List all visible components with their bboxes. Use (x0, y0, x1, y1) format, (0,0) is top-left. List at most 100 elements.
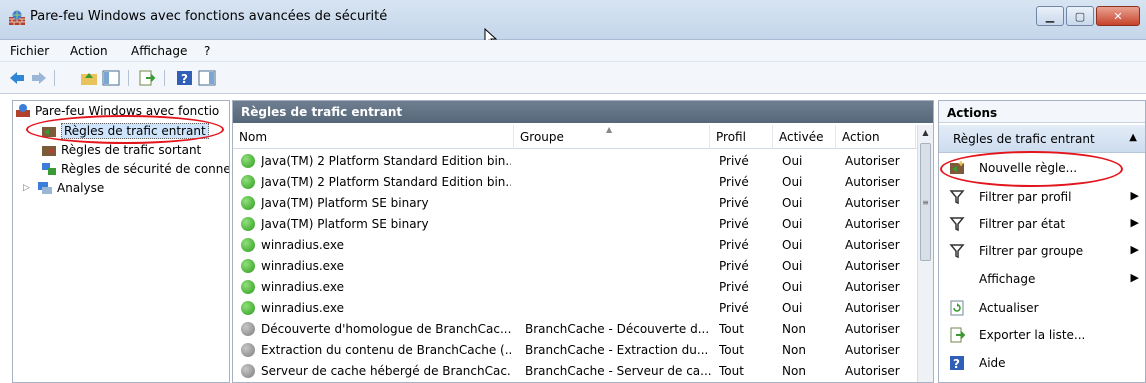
help-icon[interactable]: ? (176, 70, 194, 86)
cell-profil: Privé (719, 280, 749, 294)
export-list-icon[interactable] (138, 70, 156, 86)
cell-action: Autoriser (845, 364, 900, 378)
scroll-thumb[interactable]: ≡ (920, 143, 931, 261)
minimize-button[interactable]: ▁ (1036, 6, 1064, 26)
cell-nom: winradius.exe (261, 259, 344, 273)
cell-nom: Découverte d'homologue de BranchCac... (261, 322, 511, 336)
table-row[interactable]: winradius.exe Privé Oui Autoriser (233, 235, 923, 256)
toolbar: ? (0, 62, 1146, 94)
cell-profil: Privé (719, 301, 749, 315)
cell-nom: Serveur de cache hébergé de BranchCac... (261, 364, 511, 378)
window-title: Pare-feu Windows avec fonctions avancées… (30, 9, 388, 24)
tree-root-label: Pare-feu Windows avec fonctio (35, 104, 220, 118)
table-row[interactable]: Java(TM) 2 Platform Standard Edition bin… (233, 151, 923, 172)
expand-arrow-icon[interactable]: ▷ (23, 183, 33, 193)
cell-nom: Java(TM) Platform SE binary (261, 217, 429, 231)
cell-activee: Oui (782, 196, 803, 210)
table-row[interactable]: winradius.exe Privé Oui Autoriser (233, 256, 923, 277)
cell-action: Autoriser (845, 343, 900, 357)
enabled-check-icon (241, 280, 255, 294)
cell-nom: winradius.exe (261, 238, 344, 252)
export-icon (949, 327, 966, 343)
navigation-tree: Pare-feu Windows avec fonctio Règles de … (12, 100, 230, 383)
column-header-profil[interactable]: Profil (710, 125, 773, 149)
sort-ascending-icon: ▲ (606, 125, 613, 134)
cell-nom: winradius.exe (261, 301, 344, 315)
action-item[interactable]: Exporter la liste... (939, 323, 1145, 347)
enabled-check-icon (241, 175, 255, 189)
cell-nom: Java(TM) Platform SE binary (261, 196, 429, 210)
enabled-check-icon (241, 217, 255, 231)
table-row[interactable]: winradius.exe Privé Oui Autoriser (233, 277, 923, 298)
vertical-scrollbar[interactable]: ▲ ≡ (917, 125, 933, 382)
action-item[interactable]: Actualiser (939, 296, 1145, 320)
tree-root-firewall[interactable]: Pare-feu Windows avec fonctio (15, 102, 219, 120)
scroll-up-arrow-icon[interactable]: ▲ (918, 125, 933, 141)
disabled-rule-icon (241, 343, 255, 357)
table-row[interactable]: Java(TM) Platform SE binary Privé Oui Autor… (233, 193, 923, 214)
column-headers: Nom Groupe ▲ Profil Activée Action (233, 125, 933, 149)
table-row[interactable]: Serveur de cache hébergé de BranchCac...… (233, 361, 923, 382)
action-item[interactable]: ? Aide (939, 351, 1145, 375)
column-header-nom[interactable]: Nom (233, 125, 514, 149)
enabled-check-icon (241, 154, 255, 168)
action-item[interactable]: Nouvelle règle... (939, 156, 1145, 180)
cell-profil: Privé (719, 196, 749, 210)
cell-action: Autoriser (845, 154, 900, 168)
action-item[interactable]: Filtrer par état ▶ (939, 212, 1145, 236)
up-folder-icon[interactable] (80, 70, 98, 86)
close-button[interactable]: ✕ (1096, 6, 1140, 26)
cell-activee: Non (782, 343, 806, 357)
menu-action[interactable]: Action (70, 44, 108, 58)
forward-arrow-icon[interactable] (30, 70, 48, 86)
menu-affichage[interactable]: Affichage (131, 44, 187, 58)
maximize-button[interactable]: ▢ (1066, 6, 1094, 26)
tree-item-label: Règles de sécurité de conne (61, 162, 230, 176)
tree-item-connection-security-rules[interactable]: Règles de sécurité de conne (41, 160, 230, 178)
cell-action: Autoriser (845, 301, 900, 315)
action-item[interactable]: Filtrer par profil ▶ (939, 185, 1145, 209)
enabled-check-icon (241, 238, 255, 252)
menu-help[interactable]: ? (204, 44, 210, 58)
show-hide-tree-icon[interactable] (102, 70, 120, 86)
cell-profil: Tout (719, 364, 744, 378)
column-header-groupe[interactable]: Groupe ▲ (514, 125, 710, 149)
cell-activee: Oui (782, 280, 803, 294)
action-label: Affichage (979, 272, 1036, 286)
table-row[interactable]: winradius.exe Privé Oui Autoriser (233, 298, 923, 319)
toolbar-separator (54, 70, 55, 86)
cell-profil: Privé (719, 217, 749, 231)
svg-text:?: ? (181, 72, 188, 86)
connection-security-icon (42, 163, 56, 175)
table-row[interactable]: Découverte d'homologue de BranchCac... Br… (233, 319, 923, 340)
cell-activee: Oui (782, 259, 803, 273)
show-hide-action-pane-icon[interactable] (198, 70, 216, 86)
cell-activee: Oui (782, 175, 803, 189)
tree-item-label: Analyse (57, 181, 105, 195)
table-row[interactable]: Extraction du contenu de BranchCache (..… (233, 340, 923, 361)
cell-profil: Privé (719, 238, 749, 252)
cell-action: Autoriser (845, 175, 900, 189)
cell-action: Autoriser (845, 322, 900, 336)
action-label: Filtrer par profil (979, 190, 1072, 204)
action-label: Nouvelle règle... (979, 161, 1078, 175)
column-header-activee[interactable]: Activée (773, 125, 836, 149)
inbound-rules-icon (42, 127, 56, 137)
enabled-check-icon (241, 196, 255, 210)
menu-fichier[interactable]: Fichier (10, 44, 49, 58)
actions-section-header[interactable]: Règles de trafic entrant ▲ (939, 125, 1145, 153)
collapse-arrow-icon[interactable]: ▲ (1129, 132, 1137, 143)
tree-item-outbound-rules[interactable]: Règles de trafic sortant (41, 141, 201, 159)
table-row[interactable]: Java(TM) Platform SE binary Privé Oui Autor… (233, 214, 923, 235)
tree-item-inbound-rules[interactable]: Règles de trafic entrant (41, 122, 209, 140)
action-label: Aide (979, 356, 1006, 370)
disabled-rule-icon (241, 322, 255, 336)
action-item[interactable]: Filtrer par groupe ▶ (939, 239, 1145, 263)
back-arrow-icon[interactable] (8, 70, 26, 86)
action-item[interactable]: Affichage ▶ (939, 267, 1145, 291)
table-row[interactable]: Java(TM) 2 Platform Standard Edition bin… (233, 172, 923, 193)
new-rule-icon (949, 160, 965, 176)
actions-title: Actions (939, 101, 1145, 123)
tree-item-monitoring[interactable]: ▷ Analyse (23, 179, 104, 197)
column-header-action[interactable]: Action (836, 125, 916, 149)
